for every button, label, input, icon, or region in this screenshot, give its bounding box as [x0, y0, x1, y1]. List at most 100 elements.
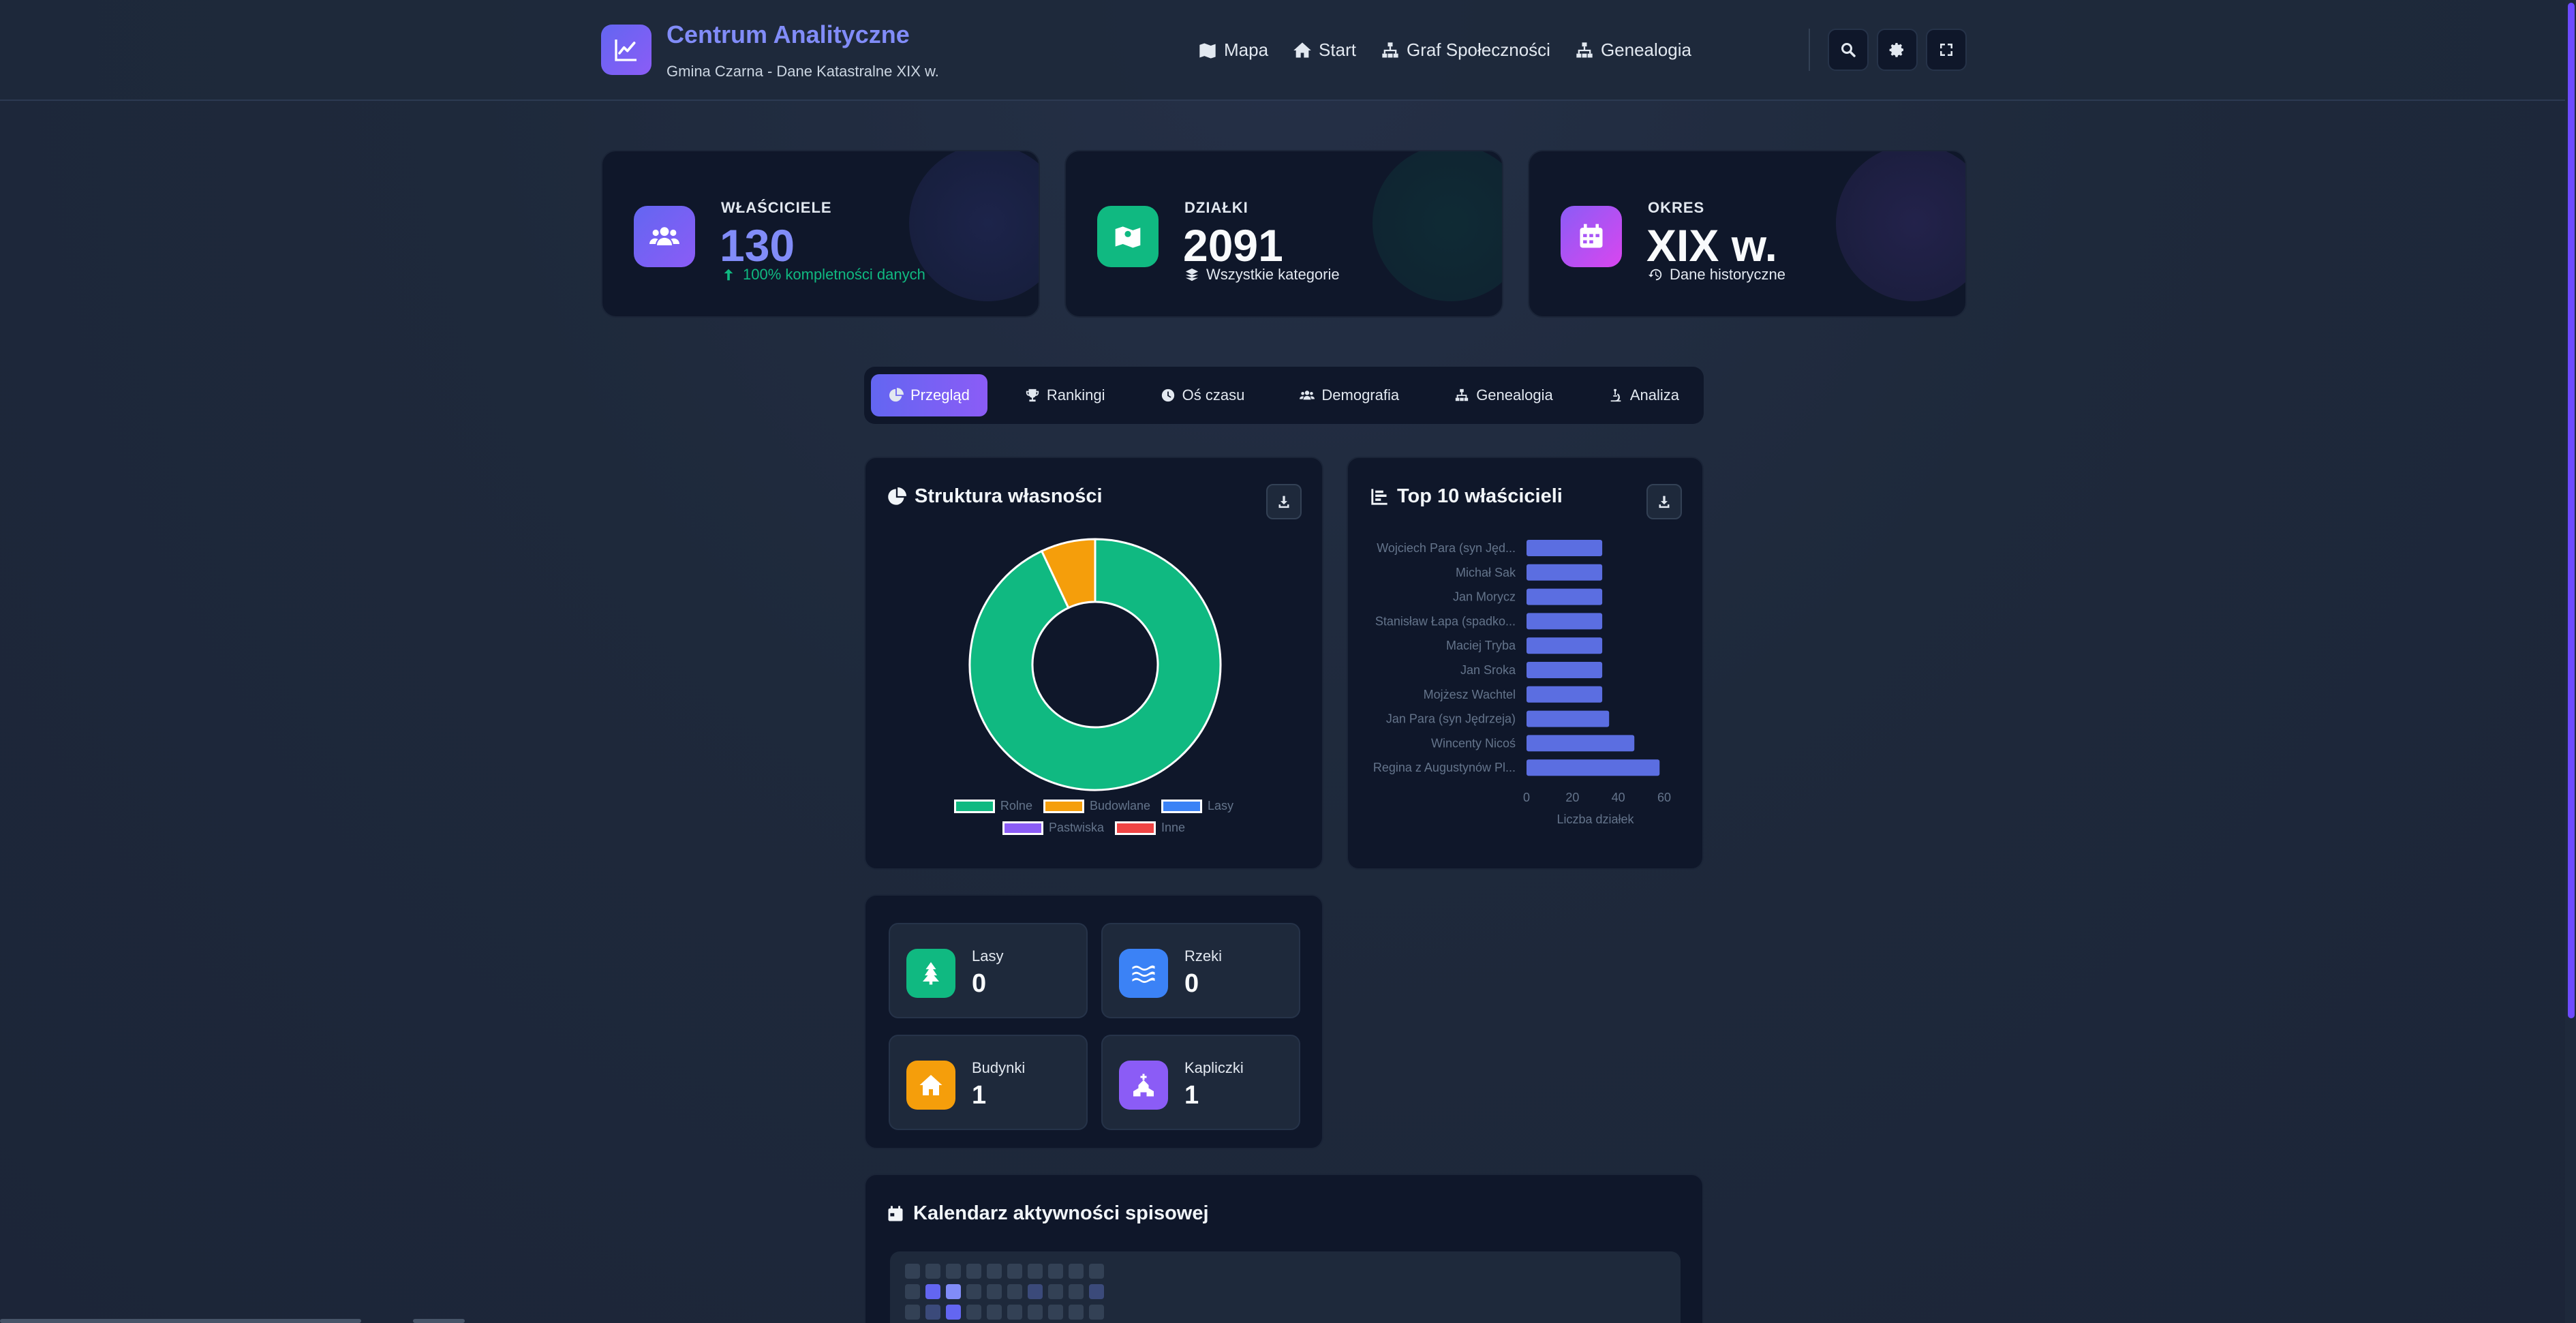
legend-label: Pastwiska	[1048, 821, 1104, 834]
tile-icon-box	[1119, 949, 1168, 998]
sitemap-icon	[1456, 389, 1469, 401]
bar[interactable]	[1527, 588, 1603, 605]
home-icon	[1293, 42, 1311, 57]
nav-item-start[interactable]: Start	[1281, 34, 1368, 66]
bar[interactable]	[1527, 686, 1603, 703]
calendar-cell[interactable]	[1048, 1284, 1063, 1299]
feature-tile-kapliczki[interactable]: Kapliczki 1	[1101, 1035, 1300, 1130]
tab-label: Oś czasu	[1182, 386, 1245, 404]
top-header: Centrum Analityczne Gmina Czarna - Dane …	[0, 0, 2576, 101]
bar-label: Mojżesz Wachtel	[1424, 688, 1516, 701]
legend-item[interactable]: Budowlane	[1043, 799, 1150, 813]
nav-label: Graf Społeczności	[1406, 40, 1550, 60]
calendar-cell[interactable]	[946, 1284, 961, 1299]
calendar-cell[interactable]	[987, 1284, 1002, 1299]
calendar-cell[interactable]	[1048, 1305, 1063, 1320]
tab-label: Genealogia	[1476, 386, 1553, 404]
tab-analiza[interactable]: Analiza	[1591, 374, 1697, 416]
calendar-cell[interactable]	[1028, 1284, 1043, 1299]
calendar-cell[interactable]	[1069, 1284, 1084, 1299]
tile-icon-box	[906, 949, 955, 998]
sitemap-icon	[1382, 42, 1398, 57]
map-marked-icon	[1115, 226, 1141, 248]
bar[interactable]	[1527, 662, 1603, 678]
nav-item-mapa[interactable]: Mapa	[1186, 34, 1281, 66]
feature-tile-budynki[interactable]: Budynki 1	[889, 1035, 1088, 1130]
legend-item[interactable]: Inne	[1114, 821, 1185, 835]
tile-icon-box	[906, 1061, 955, 1110]
tab-genealogia[interactable]: Genealogia	[1437, 374, 1571, 416]
download-button[interactable]	[1646, 484, 1682, 519]
vertical-scrollbar[interactable]	[2565, 0, 2576, 1323]
bar[interactable]	[1527, 540, 1603, 556]
scrollbar-thumb[interactable]	[2568, 3, 2575, 1018]
calendar-cell[interactable]	[1028, 1305, 1043, 1320]
tab-label: Przegląd	[910, 386, 970, 404]
stat-card-parcels: DZIAŁKI 2091 Wszystkie kategorie	[1064, 150, 1503, 318]
stat-subtext-label: Wszystkie kategorie	[1206, 266, 1340, 283]
tree-icon	[923, 962, 939, 985]
calendar-cell[interactable]	[966, 1284, 981, 1299]
download-button[interactable]	[1266, 484, 1302, 519]
calendar-cell[interactable]	[946, 1305, 961, 1320]
users-icon	[649, 227, 679, 245]
bar-label: Jan Morycz	[1453, 590, 1516, 604]
bar[interactable]	[1527, 564, 1603, 581]
calendar-cell[interactable]	[1007, 1284, 1022, 1299]
legend-item[interactable]: Rolne	[953, 799, 1032, 813]
calendar-cell[interactable]	[1069, 1305, 1084, 1320]
bar[interactable]	[1527, 637, 1603, 654]
bar[interactable]	[1527, 613, 1603, 630]
calendar-cell[interactable]	[946, 1264, 961, 1279]
tile-value: 0	[1184, 969, 1199, 998]
stat-value: 130	[720, 220, 795, 271]
legend-item[interactable]: Lasy	[1161, 799, 1233, 813]
clock-icon	[1161, 389, 1174, 402]
tab-demografia[interactable]: Demografia	[1282, 374, 1417, 416]
calendar-cell[interactable]	[925, 1264, 940, 1279]
bar[interactable]	[1527, 759, 1660, 776]
tile-label: Rzeki	[1184, 947, 1223, 964]
tab-label: Analiza	[1629, 386, 1679, 404]
sitemap-icon	[1576, 42, 1593, 57]
calendar-cell[interactable]	[1048, 1264, 1063, 1279]
calendar-cell[interactable]	[1007, 1264, 1022, 1279]
calendar-panel: Kalendarz aktywności spisowej	[864, 1174, 1704, 1323]
app-logo[interactable]	[601, 25, 651, 75]
feature-tile-rzeki[interactable]: Rzeki 0	[1101, 923, 1300, 1018]
fullscreen-button[interactable]	[1926, 29, 1967, 71]
calendar-cell[interactable]	[1069, 1264, 1084, 1279]
calendar-cell[interactable]	[987, 1264, 1002, 1279]
calendar-cell[interactable]	[925, 1305, 940, 1320]
calendar-cell[interactable]	[905, 1284, 920, 1299]
horizontal-scrollbar-segment[interactable]	[413, 1319, 465, 1323]
bar[interactable]	[1527, 710, 1610, 727]
calendar-cell[interactable]	[925, 1284, 940, 1299]
calendar-cell[interactable]	[987, 1305, 1002, 1320]
calendar-cell[interactable]	[1089, 1284, 1104, 1299]
calendar-cell[interactable]	[1089, 1305, 1104, 1320]
calendar-cell[interactable]	[966, 1305, 981, 1320]
nav-item-graf[interactable]: Graf Społeczności	[1368, 34, 1563, 66]
calendar-cell[interactable]	[905, 1305, 920, 1320]
water-icon	[1132, 965, 1155, 983]
settings-button[interactable]	[1877, 29, 1918, 71]
tab-rankingi[interactable]: Rankingi	[1007, 374, 1123, 416]
legend-swatch	[1043, 799, 1084, 813]
stat-subtext-label: Dane historyczne	[1670, 266, 1785, 283]
feature-tile-lasy[interactable]: Lasy 0	[889, 923, 1088, 1018]
calendar-cell[interactable]	[1089, 1264, 1104, 1279]
nav-item-genealogia[interactable]: Genealogia	[1563, 34, 1704, 66]
bar[interactable]	[1527, 735, 1635, 752]
calendar-cell[interactable]	[905, 1264, 920, 1279]
legend-swatch	[1114, 821, 1156, 835]
calendar-cell[interactable]	[1007, 1305, 1022, 1320]
search-button[interactable]	[1828, 29, 1869, 71]
calendar-cell[interactable]	[966, 1264, 981, 1279]
tab-os-czasu[interactable]: Oś czasu	[1143, 374, 1263, 416]
horizontal-scrollbar[interactable]	[0, 1319, 361, 1323]
calendar-cell[interactable]	[1028, 1264, 1043, 1279]
legend-item[interactable]: Pastwiska	[1002, 821, 1104, 835]
decorative-circle	[1836, 151, 1965, 301]
tab-przeglad[interactable]: Przegląd	[871, 374, 987, 416]
